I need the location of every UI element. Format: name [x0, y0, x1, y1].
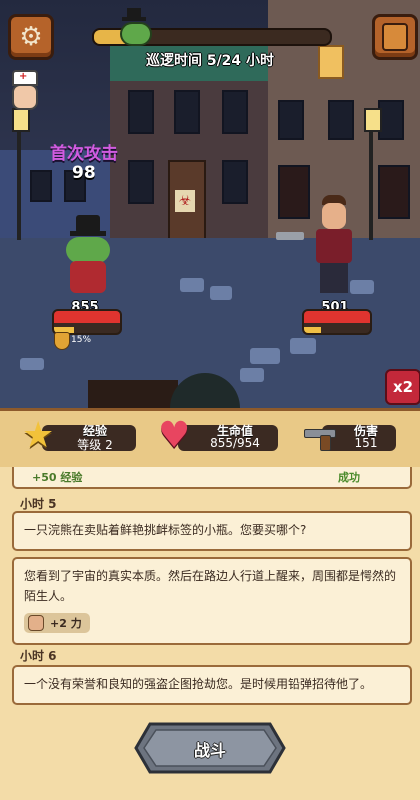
- fight-button[interactable]: 战斗: [134, 722, 286, 774]
- log-card: 您看到了宇宙的真实本质。然后在路边人行道上醒来，周围都是愕然的陌生人。 +2 力: [12, 557, 412, 645]
- damage-value: 151: [354, 436, 378, 450]
- battle-scene: ☣ 855 15% 501 ⚙ 巡逻时间 5/24 小时 + 首次攻击 98 x…: [0, 0, 420, 420]
- log-hour-label: 小时 6: [20, 649, 57, 663]
- partial-reward-label: +50 经验: [32, 471, 83, 484]
- log-card-text: 一个没有荣誉和良知的强盗企图抢劫您。是时候用铅弹招待他了。: [24, 677, 373, 691]
- event-log-panel[interactable]: +50 经验 成功 小时 5 一只浣熊在卖贴着鲜艳挑衅标签的小瓶。您要买哪个? …: [0, 467, 420, 800]
- heart-icon: ♥: [158, 415, 191, 456]
- street-lamp-icon: [364, 108, 382, 132]
- speed-multiplier-button[interactable]: x2: [385, 369, 420, 405]
- red-cross-icon: +: [19, 71, 28, 82]
- player-frog-character: [60, 215, 116, 297]
- event-log-list[interactable]: +50 经验 成功 小时 5 一只浣熊在卖贴着鲜艳挑衅标签的小瓶。您要买哪个? …: [8, 467, 412, 722]
- exp-value: 等级 2: [77, 438, 113, 452]
- star-icon: ★: [22, 415, 55, 456]
- backpack-icon: [382, 23, 408, 51]
- hp-value: 855/954: [210, 436, 260, 450]
- log-card-text: 您看到了宇宙的真实本质。然后在路边人行道上醒来，周围都是愕然的陌生人。: [24, 569, 397, 603]
- fist-icon: [28, 615, 44, 631]
- street-lamp-icon: [12, 108, 30, 132]
- log-card: 一只浣熊在卖贴着鲜艳挑衅标签的小瓶。您要买哪个?: [12, 511, 412, 551]
- first-attack-label: 首次攻击: [50, 144, 118, 164]
- stat-damage: 伤害 151: [302, 421, 412, 453]
- reward-value: +2 力: [50, 617, 82, 630]
- inventory-button[interactable]: [372, 14, 418, 60]
- player-dodge-value: 15%: [71, 335, 92, 345]
- revolver-icon: [276, 232, 304, 240]
- enemy-hp-bar: [302, 309, 372, 335]
- doctor-ally-avatar[interactable]: +: [8, 70, 38, 110]
- gear-icon: ⚙: [19, 22, 43, 52]
- reward-chip: +2 力: [24, 613, 90, 633]
- first-attack-value: 98: [72, 163, 96, 183]
- pistol-icon: [302, 417, 340, 455]
- biohazard-sign-icon: ☣: [175, 190, 195, 212]
- partial-status-label: 成功: [338, 471, 360, 484]
- shield-icon: [54, 332, 70, 350]
- enemy-bandit-character: [312, 195, 360, 295]
- fight-button-label: 战斗: [193, 741, 226, 760]
- stats-bar: ★ 经验 等级 2 ♥ 生命值 855/954 伤害 151: [0, 408, 420, 470]
- log-card: 一个没有荣誉和良知的强盗企图抢劫您。是时候用铅弹招待他了。: [12, 665, 412, 705]
- stat-health: ♥ 生命值 855/954: [158, 417, 278, 455]
- settings-button[interactable]: ⚙: [8, 14, 54, 60]
- log-hour-label: 小时 5: [20, 497, 57, 511]
- stat-experience: ★ 经验 等级 2: [22, 417, 142, 455]
- patrol-time-label: 巡逻时间 5/24 小时: [145, 53, 275, 69]
- log-card-text: 一只浣熊在卖贴着鲜艳挑衅标签的小瓶。您要买哪个?: [24, 523, 307, 537]
- frog-avatar-icon: [118, 8, 152, 46]
- log-card-partial: +50 经验 成功: [12, 467, 412, 489]
